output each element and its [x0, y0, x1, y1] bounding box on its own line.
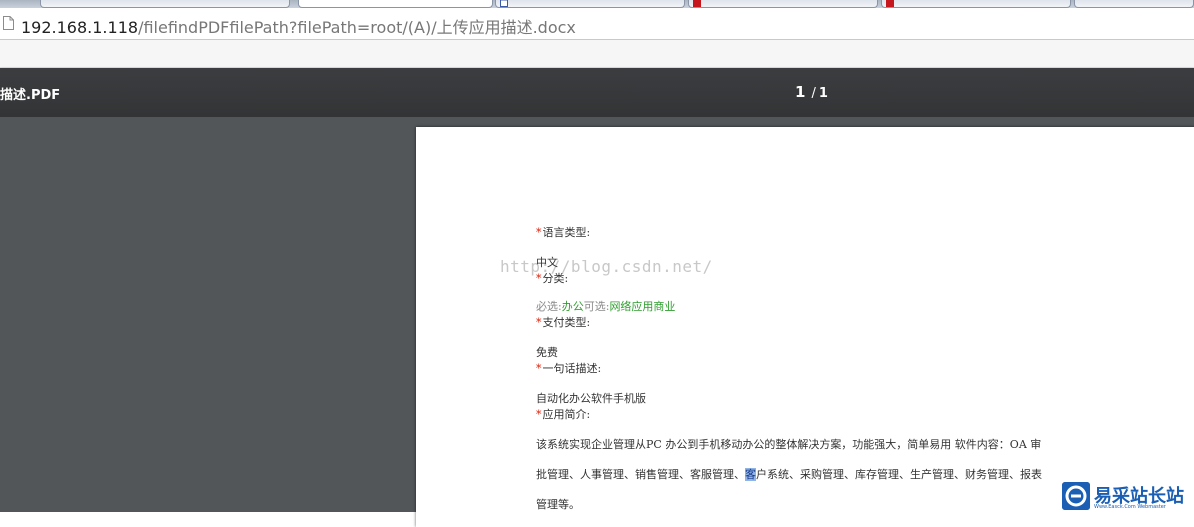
watermark-text: http://blog.csdn.net/ [500, 257, 713, 276]
intro-label: 应用简介: [542, 408, 591, 421]
category-required-prefix: 必选: [536, 300, 562, 313]
address-bar[interactable]: 192.168.1.118/filefindPDFfilePath?filePa… [0, 8, 1194, 40]
category-value-line: 必选:办公可选:网络应用商业 [536, 298, 675, 314]
language-label-line: *语言类型: [536, 224, 590, 240]
url-text[interactable]: 192.168.1.118/filefindPDFfilePath?filePa… [21, 14, 576, 38]
payment-label: 支付类型: [542, 316, 591, 329]
browser-tab[interactable] [495, 0, 685, 8]
category-optional-value: 网络应用商业 [609, 300, 676, 313]
pdf-icon [886, 0, 894, 7]
pdf-page: http://blog.csdn.net/ *语言类型: 中文 *分类: 必选:… [416, 127, 1194, 527]
browser-tab[interactable] [40, 0, 290, 8]
document-title: 描述.PDF [0, 88, 61, 103]
language-value: 中文 [536, 256, 558, 269]
category-required-value: 办公 [561, 300, 584, 313]
intro-line-2-end: 户系统、采购管理、库存管理、生产管理、财务管理、报表 [756, 468, 1042, 481]
browser-tab[interactable] [688, 0, 878, 8]
intro-line-3: 管理等。 [536, 498, 580, 511]
current-page-number[interactable]: 1 [795, 83, 805, 101]
required-marker: * [536, 316, 542, 329]
intro-line-1: 该系统实现企业管理从PC 办公到手机移动办公的整体解决方案，功能强大，简单易用 … [536, 438, 1042, 451]
total-pages: 1 [818, 86, 828, 101]
pdf-icon [693, 0, 701, 7]
site-logo: 易采站长站 Www.Easck.Com Webmaster [1060, 480, 1194, 512]
browser-tab-active[interactable] [298, 0, 493, 8]
category-optional-prefix: 可选: [583, 300, 610, 313]
browser-tab-strip [0, 0, 1194, 8]
page-icon [3, 16, 14, 30]
logo-e-icon [1062, 482, 1090, 510]
required-marker: * [536, 408, 542, 421]
pdf-viewer-toolbar: 描述.PDF 1/1 [0, 68, 1194, 117]
page-separator: / [811, 86, 816, 101]
browser-tab[interactable] [1074, 0, 1194, 8]
bookmarks-bar [0, 40, 1194, 68]
language-label: 语言类型: [542, 226, 591, 239]
category-label: 分类: [542, 272, 569, 285]
intro-line-2: 批管理、人事管理、销售管理、客服管理、客户系统、采购管理、库存管理、生产管理、财… [536, 466, 1042, 482]
url-path: /filefindPDFfilePath?filePath=root/(A)/上… [138, 18, 576, 37]
intro-label-line: *应用简介: [536, 406, 590, 422]
required-marker: * [536, 362, 542, 375]
payment-value: 免费 [536, 346, 558, 359]
document-icon [500, 0, 508, 7]
selected-text[interactable]: 客 [745, 468, 756, 481]
page-indicator: 1/1 [795, 82, 828, 101]
intro-line-2-start: 批管理、人事管理、销售管理、客服管理、 [536, 468, 745, 481]
logo-subtext: Www.Easck.Com Webmaster [1094, 504, 1166, 510]
url-host: 192.168.1.118 [21, 18, 139, 37]
payment-label-line: *支付类型: [536, 314, 590, 330]
tagline-value: 自动化办公软件手机版 [536, 392, 646, 405]
category-label-line: *分类: [536, 270, 568, 286]
tagline-label: 一句话描述: [542, 362, 602, 375]
tagline-label-line: *一句话描述: [536, 360, 601, 376]
required-marker: * [536, 272, 542, 285]
required-marker: * [536, 226, 542, 239]
browser-tab[interactable] [881, 0, 1071, 8]
